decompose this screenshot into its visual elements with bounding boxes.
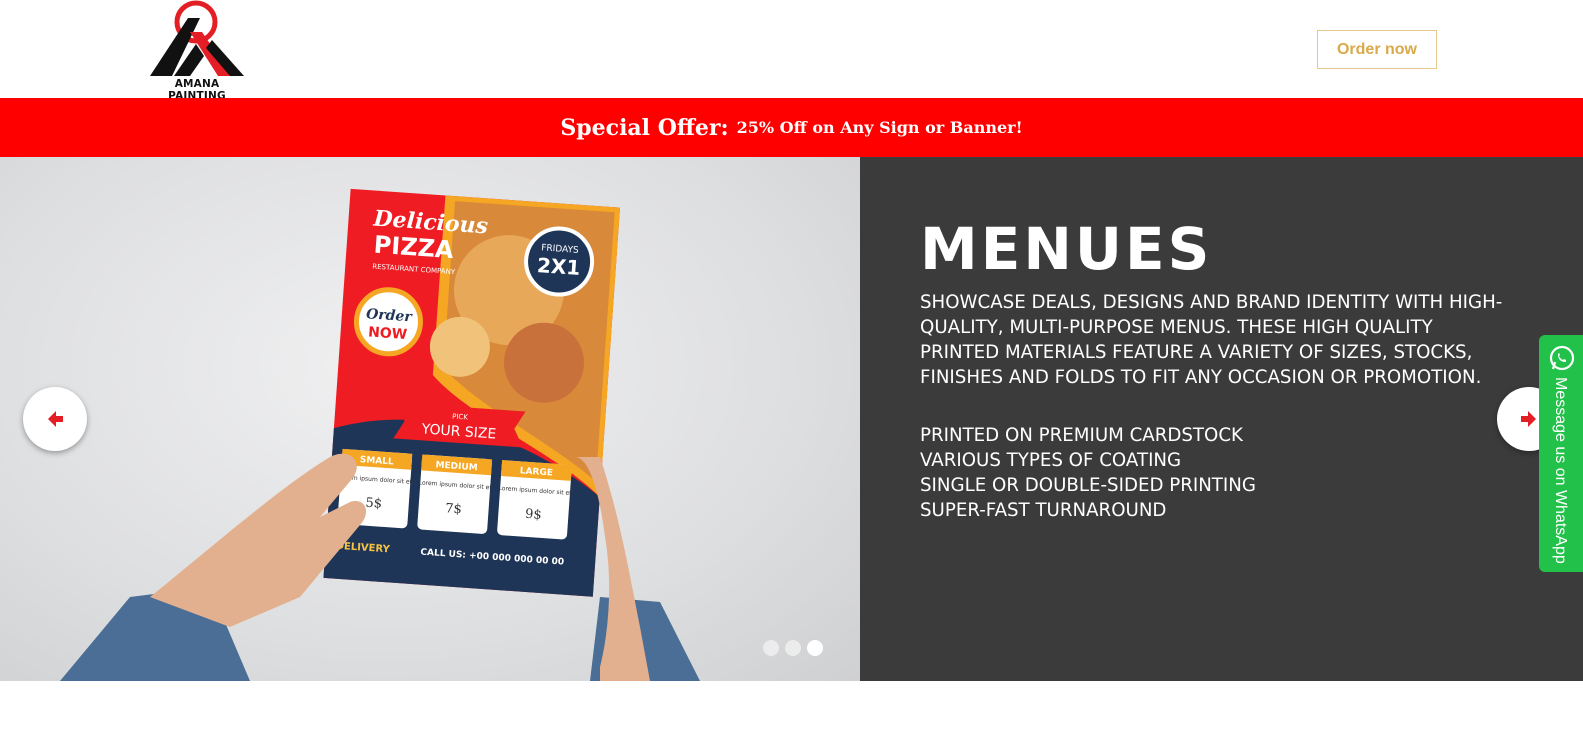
feature-item: Printed on premium cardstock — [920, 425, 1243, 446]
arrow-left-icon — [48, 411, 63, 427]
whatsapp-tab[interactable]: Message us on WhatsApp — [1539, 335, 1583, 572]
whatsapp-icon — [1549, 345, 1575, 371]
slide-title: MENUES — [920, 215, 1213, 283]
svg-text:5$: 5$ — [365, 496, 383, 512]
special-offer-banner: Special Offer: 25% Off on Any Sign or Ba… — [0, 98, 1583, 157]
feature-list: Printed on premium cardstock Various typ… — [920, 423, 1256, 523]
slide-text-panel: MENUES Showcase deals, designs and brand… — [860, 157, 1583, 681]
brand-logo[interactable]: AMANA PAINTING — [144, 0, 250, 102]
hero-slider: FRIDAYS 2X1 Delicious PIZZA RESTAURANT C… — [0, 157, 1583, 681]
whatsapp-label: Message us on WhatsApp — [1552, 377, 1569, 564]
offer-lead: Special Offer: — [560, 114, 729, 141]
slide-image: FRIDAYS 2X1 Delicious PIZZA RESTAURANT C… — [0, 157, 860, 681]
svg-text:Order: Order — [366, 306, 414, 325]
slider-dots — [763, 640, 823, 656]
slide-description: Showcase deals, designs and brand identi… — [920, 292, 1503, 388]
svg-text:NOW: NOW — [368, 324, 408, 343]
feature-item: Super-fast turnaround — [920, 500, 1167, 521]
svg-text:PIZZA: PIZZA — [373, 231, 455, 265]
feature-item: Various types of coating — [920, 450, 1182, 471]
slider-dot-1[interactable] — [763, 640, 779, 656]
order-now-button[interactable]: Order now — [1317, 30, 1437, 69]
flyer-photo: FRIDAYS 2X1 Delicious PIZZA RESTAURANT C… — [60, 188, 700, 681]
arrow-right-icon — [1521, 411, 1536, 427]
slider-prev-button[interactable] — [23, 387, 87, 451]
site-header: AMANA PAINTING Order now — [0, 0, 1583, 102]
amana-logo-icon — [150, 0, 244, 76]
slider-dot-2[interactable] — [785, 640, 801, 656]
left-hand — [150, 453, 367, 627]
next-section-preview — [0, 681, 1583, 735]
svg-text:7$: 7$ — [445, 501, 463, 517]
feature-item: Single or double-sided printing — [920, 475, 1256, 496]
svg-text:9$: 9$ — [525, 507, 543, 523]
slider-dot-3[interactable] — [807, 640, 823, 656]
svg-text:PICK: PICK — [452, 412, 469, 421]
svg-text:2X1: 2X1 — [536, 253, 581, 280]
offer-text: 25% Off on Any Sign or Banner! — [736, 118, 1023, 137]
